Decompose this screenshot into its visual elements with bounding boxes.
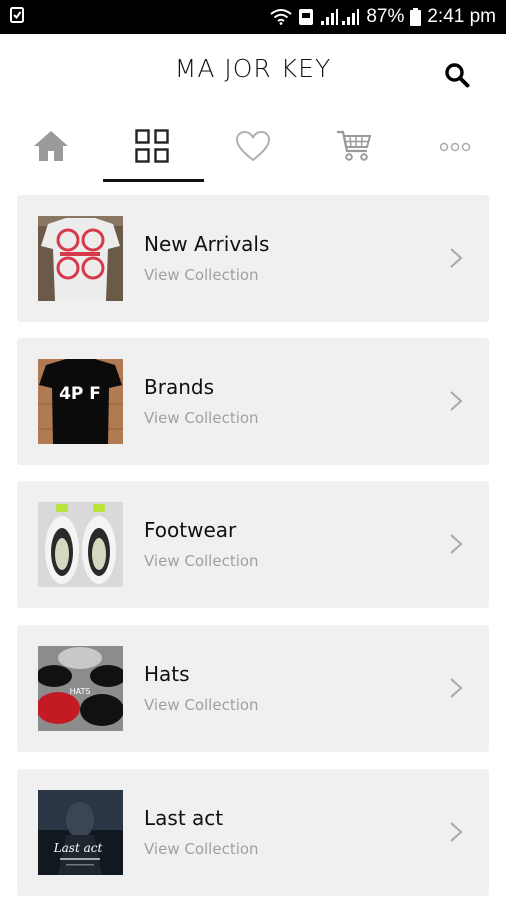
collection-thumbnail: 4P F [38, 359, 123, 444]
chevron-right-icon [449, 821, 463, 843]
collection-card-hats[interactable]: HATS Hats View Collection [17, 625, 489, 752]
collection-subtitle: View Collection [144, 266, 259, 284]
collection-card-new-arrivals[interactable]: New Arrivals View Collection [17, 195, 489, 322]
status-bar: 87% 2:41 pm [0, 0, 506, 34]
chevron-right-icon [449, 390, 463, 412]
collection-card-footwear[interactable]: Footwear View Collection [17, 481, 489, 608]
thumbnail-print-text: 4P F [59, 384, 101, 404]
collection-card-brands[interactable]: 4P F Brands View Collection [17, 338, 489, 465]
tab-wishlist[interactable] [202, 114, 303, 182]
collection-subtitle: View Collection [144, 840, 259, 858]
signal-icon [320, 8, 360, 26]
tab-categories[interactable] [101, 114, 204, 182]
battery-icon [410, 8, 422, 26]
collection-title: Last act [144, 806, 224, 830]
thumbnail-print-text: HATS [70, 687, 91, 696]
collection-card-last-act[interactable]: Last act Last act View Collection [17, 769, 489, 896]
grid-icon [134, 128, 169, 168]
brand-logo: MA JOR KEY [174, 54, 332, 83]
collection-title: Brands [144, 375, 214, 399]
thumbnail-print-text: Last act [53, 841, 103, 855]
tab-home[interactable] [0, 114, 101, 182]
collection-title: Footwear [144, 518, 237, 542]
collection-thumbnail: Last act [38, 790, 123, 875]
collection-thumbnail: HATS [38, 646, 123, 731]
collection-thumbnail [38, 502, 123, 587]
search-icon [444, 62, 470, 93]
app-header: MA JOR KEY [0, 34, 506, 114]
cart-icon [336, 129, 372, 168]
tab-cart[interactable] [303, 114, 404, 182]
chevron-right-icon [449, 677, 463, 699]
collection-subtitle: View Collection [144, 552, 259, 570]
collection-subtitle: View Collection [144, 409, 259, 427]
more-icon [439, 139, 471, 157]
collection-thumbnail [38, 216, 123, 301]
cast-icon [298, 8, 314, 26]
chevron-right-icon [449, 533, 463, 555]
search-button[interactable] [440, 60, 474, 94]
collection-title: Hats [144, 662, 190, 686]
wifi-icon [270, 9, 292, 25]
nav-tabs [0, 114, 506, 182]
heart-icon [235, 130, 271, 167]
task-icon [10, 6, 24, 28]
collection-title: New Arrivals [144, 232, 270, 256]
tab-more[interactable] [404, 114, 505, 182]
chevron-right-icon [449, 247, 463, 269]
collection-subtitle: View Collection [144, 696, 259, 714]
battery-percent: 87% [366, 6, 405, 27]
home-icon [33, 130, 69, 167]
clock: 2:41 pm [427, 6, 496, 27]
